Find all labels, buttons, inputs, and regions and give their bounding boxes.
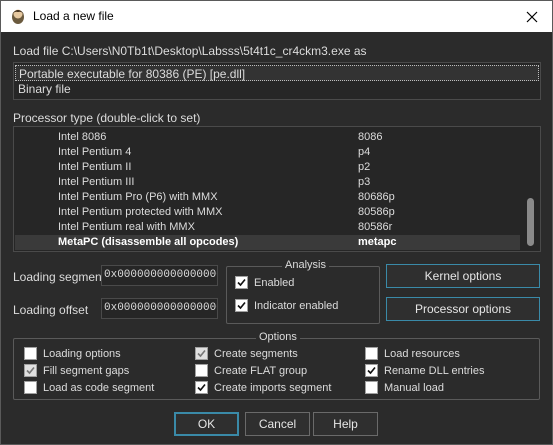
rename-dll-entries-label: Rename DLL entries	[384, 364, 485, 377]
processor-type-label: Processor type (double-click to set)	[13, 111, 201, 125]
checkbox-box	[235, 276, 248, 289]
processor-name: Intel Pentium protected with MMX	[58, 206, 223, 218]
close-icon	[526, 11, 538, 22]
analysis-enabled-label: Enabled	[254, 276, 295, 289]
load-file-dialog: Load a new file Load file C:\Users\N0Tb1…	[0, 0, 553, 445]
processor-code: 80586p	[358, 206, 395, 218]
processor-row[interactable]: Intel Pentium 4 p4	[15, 145, 520, 160]
processor-code: p3	[358, 176, 371, 188]
checkbox-box	[24, 381, 37, 394]
create-flat-group-label: Create FLAT group	[214, 364, 308, 377]
loading-segment-input[interactable]: 0x0000000000000000	[101, 265, 218, 286]
processor-name: MetaPC (disassemble all opcodes)	[58, 236, 239, 248]
create-segments-label: Create segments	[214, 347, 298, 360]
processor-code: 8086	[358, 131, 383, 143]
checkbox-box	[24, 364, 37, 377]
processor-row[interactable]: Intel Pentium III p3	[15, 175, 520, 190]
analysis-group	[226, 266, 380, 324]
processor-row-selected[interactable]: MetaPC (disassemble all opcodes) metapc	[15, 235, 520, 250]
processor-list[interactable]: Intel 8086 8086 Intel Pentium 4 p4 Intel…	[13, 126, 541, 252]
checkbox-box	[235, 299, 248, 312]
analysis-group-title: Analysis	[282, 259, 329, 271]
load-as-code-segment-label: Load as code segment	[43, 381, 155, 394]
checkbox-box	[365, 347, 378, 360]
ok-button[interactable]: OK	[174, 412, 239, 436]
manual-load-label: Manual load	[384, 381, 444, 394]
manual-load-checkbox[interactable]: Manual load	[365, 381, 444, 394]
load-file-label: Load file C:\Users\N0Tb1t\Desktop\Labsss…	[13, 44, 367, 58]
loading-segment-label: Loading segment	[13, 270, 106, 284]
processor-code: 80686p	[358, 191, 395, 203]
create-flat-group-checkbox[interactable]: Create FLAT group	[195, 364, 307, 377]
loading-offset-input[interactable]: 0x0000000000000000	[101, 298, 218, 319]
load-resources-label: Load resources	[384, 347, 460, 360]
fill-segment-gaps-label: Fill segment gaps	[43, 364, 130, 377]
checkbox-box	[195, 364, 208, 377]
create-segments-checkbox[interactable]: Create segments	[195, 347, 298, 360]
window-title: Load a new file	[33, 9, 114, 23]
loading-options-label: Loading options	[43, 347, 121, 360]
processor-code: p4	[358, 146, 371, 158]
processor-name: Intel 8086	[58, 131, 107, 143]
processor-name: Intel Pentium 4	[58, 146, 132, 158]
processor-code: metapc	[358, 236, 397, 248]
checkbox-box	[365, 381, 378, 394]
analysis-enabled-checkbox[interactable]: Enabled	[235, 276, 294, 289]
scrollbar-thumb[interactable]	[527, 198, 534, 246]
title-bar[interactable]: Load a new file	[1, 1, 552, 32]
file-type-binary[interactable]: Binary file	[15, 81, 539, 97]
processor-name: Intel Pentium Pro (P6) with MMX	[58, 191, 218, 203]
loading-offset-label: Loading offset	[13, 303, 89, 317]
checkbox-box	[195, 347, 208, 360]
checkbox-box	[24, 347, 37, 360]
fill-segment-gaps-checkbox[interactable]: Fill segment gaps	[24, 364, 129, 377]
loading-options-checkbox[interactable]: Loading options	[24, 347, 121, 360]
cancel-button[interactable]: Cancel	[245, 412, 310, 436]
ida-app-icon	[9, 7, 27, 25]
options-group-title: Options	[256, 331, 300, 343]
processor-options-button[interactable]: Processor options	[386, 297, 540, 321]
processor-row[interactable]: Intel Pentium II p2	[15, 160, 520, 175]
checkbox-box	[195, 381, 208, 394]
rename-dll-entries-checkbox[interactable]: Rename DLL entries	[365, 364, 484, 377]
create-imports-segment-label: Create imports segment	[214, 381, 332, 394]
load-resources-checkbox[interactable]: Load resources	[365, 347, 460, 360]
processor-code: p2	[358, 161, 371, 173]
load-as-code-segment-checkbox[interactable]: Load as code segment	[24, 381, 154, 394]
indicator-enabled-checkbox[interactable]: Indicator enabled	[235, 299, 338, 312]
processor-row[interactable]: Intel Pentium Pro (P6) with MMX 80686p	[15, 190, 520, 205]
checkbox-box	[365, 364, 378, 377]
processor-row[interactable]: Intel Pentium protected with MMX 80586p	[15, 205, 520, 220]
help-button[interactable]: Help	[313, 412, 378, 436]
processor-code: 80586r	[358, 221, 393, 233]
processor-name: Intel Pentium III	[58, 176, 135, 188]
file-type-list[interactable]: Portable executable for 80386 (PE) [pe.d…	[13, 62, 541, 100]
indicator-enabled-label: Indicator enabled	[254, 299, 339, 312]
kernel-options-button[interactable]: Kernel options	[386, 264, 540, 288]
file-type-pe[interactable]: Portable executable for 80386 (PE) [pe.d…	[15, 65, 539, 81]
close-button[interactable]	[512, 1, 552, 32]
processor-name: Intel Pentium II	[58, 161, 132, 173]
processor-row[interactable]: Intel 8086 8086	[15, 130, 520, 145]
processor-list-scrollbar[interactable]	[522, 128, 539, 250]
processor-row[interactable]: Intel Pentium real with MMX 80586r	[15, 220, 520, 235]
create-imports-segment-checkbox[interactable]: Create imports segment	[195, 381, 331, 394]
processor-name: Intel Pentium real with MMX	[58, 221, 195, 233]
